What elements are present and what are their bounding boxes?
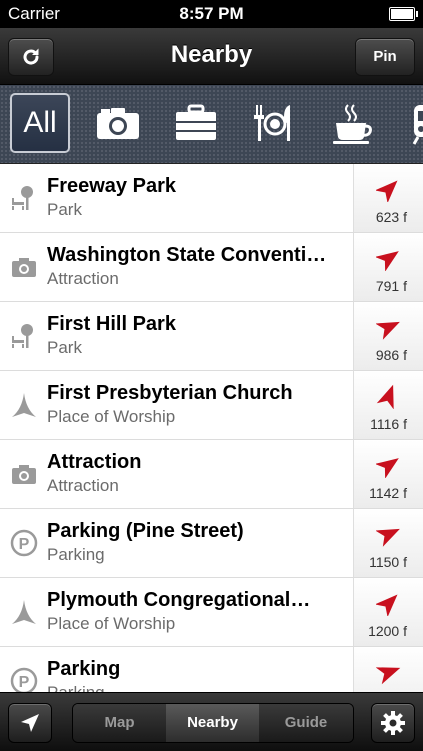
place-name: Attraction: [47, 451, 142, 473]
distance-label: 986 f: [375, 347, 407, 363]
place-name: Parking: [47, 658, 121, 680]
distance-label: 791 f: [375, 278, 407, 294]
locate-me-button[interactable]: [8, 703, 52, 743]
category-attractions-button[interactable]: [88, 93, 148, 153]
location-arrow-icon: [21, 714, 39, 732]
worship-icon: [10, 391, 38, 419]
direction-arrow-icon: [376, 458, 399, 478]
category-filter-bar: All: [0, 85, 423, 164]
distance-label: 623 f: [375, 209, 407, 225]
train-icon: [412, 105, 423, 145]
place-type: Attraction: [47, 476, 119, 495]
camera-icon: [97, 108, 139, 139]
parking-icon: P: [10, 667, 38, 692]
place-type: Parking: [47, 545, 105, 564]
category-all-label: All: [23, 106, 57, 139]
park-icon: [10, 322, 38, 350]
direction-indicator: 623 f: [353, 164, 423, 232]
list-item[interactable]: Plymouth Congregational… Place of Worship…: [0, 578, 423, 647]
tab-guide[interactable]: Guide: [259, 704, 353, 742]
svg-text:P: P: [19, 674, 30, 691]
direction-arrow-icon: [376, 251, 399, 271]
list-item[interactable]: First Hill Park Park 986 f: [0, 302, 423, 371]
status-bar: Carrier 8:57 PM: [0, 0, 423, 28]
direction-indicator: 986 f: [353, 302, 423, 370]
distance-label: 1200 f: [368, 623, 407, 639]
camera-icon: [10, 253, 38, 281]
tab-nearby[interactable]: Nearby: [166, 704, 260, 742]
place-name: First Presbyterian Church: [47, 382, 293, 404]
nav-bar: Nearby Pin: [0, 28, 423, 85]
place-name: First Hill Park: [47, 313, 176, 335]
direction-arrow-icon: [376, 321, 400, 340]
place-type: Place of Worship: [47, 407, 176, 426]
place-type: Attraction: [47, 269, 119, 288]
category-cafe-button[interactable]: [322, 93, 382, 153]
direction-arrow-icon: [376, 594, 398, 616]
list-item[interactable]: First Presbyterian Church Place of Worshi…: [0, 371, 423, 440]
direction-indicator: [353, 647, 423, 692]
direction-arrow-icon: [376, 667, 401, 685]
category-transit-button[interactable]: [400, 93, 423, 153]
clock: 8:57 PM: [179, 4, 244, 23]
distance-label: 1142 f: [369, 485, 407, 501]
svg-text:P: P: [19, 536, 30, 553]
direction-indicator: 1200 f: [353, 578, 423, 646]
list-item[interactable]: Attraction Attraction 1142 f: [0, 440, 423, 509]
distance-label: 1116 f: [370, 416, 407, 432]
place-name: Plymouth Congregational…: [47, 589, 311, 611]
distance-label: 1150 f: [369, 554, 407, 570]
list-item[interactable]: P Parking Parking: [0, 647, 423, 692]
coffee-icon: [333, 104, 372, 144]
direction-arrow-icon: [376, 180, 398, 202]
category-all-button[interactable]: All: [10, 93, 70, 153]
place-name: Washington State Conventi…: [47, 244, 327, 266]
place-type: Place of Worship: [47, 614, 176, 633]
list-item[interactable]: P Parking (Pine Street) Parking 1150 f: [0, 509, 423, 578]
place-type: Park: [47, 338, 82, 357]
list-item[interactable]: Freeway Park Park 623 f: [0, 164, 423, 233]
list-item[interactable]: Washington State Conventi… Attraction 791 …: [0, 233, 423, 302]
bottom-toolbar: Map Nearby Guide: [0, 692, 423, 751]
parking-icon: P: [10, 529, 38, 557]
settings-button[interactable]: [371, 703, 415, 743]
gear-icon: [381, 711, 405, 735]
tab-map[interactable]: Map: [73, 704, 167, 742]
briefcase-icon: [176, 104, 216, 140]
category-business-button[interactable]: [166, 93, 226, 153]
place-type: Parking: [47, 683, 105, 692]
place-name: Parking (Pine Street): [47, 520, 244, 542]
direction-indicator: 1116 f: [353, 371, 423, 439]
park-icon: [10, 184, 38, 212]
direction-arrow-icon: [376, 384, 394, 409]
category-dining-button[interactable]: [244, 93, 304, 153]
direction-arrow-icon: [376, 528, 400, 547]
direction-indicator: 791 f: [353, 233, 423, 301]
nearby-places-list: Freeway Park Park 623 f Washington State Co…: [0, 164, 423, 692]
battery-icon: [389, 7, 418, 21]
direction-indicator: 1142 f: [353, 440, 423, 508]
camera-icon: [10, 460, 38, 488]
dining-icon: [254, 105, 290, 141]
place-type: Park: [47, 200, 82, 219]
direction-indicator: 1150 f: [353, 509, 423, 577]
worship-icon: [10, 598, 38, 626]
place-name: Freeway Park: [47, 175, 176, 197]
pin-button[interactable]: Pin: [355, 38, 415, 76]
view-mode-segmented-control: Map Nearby Guide: [72, 703, 354, 743]
